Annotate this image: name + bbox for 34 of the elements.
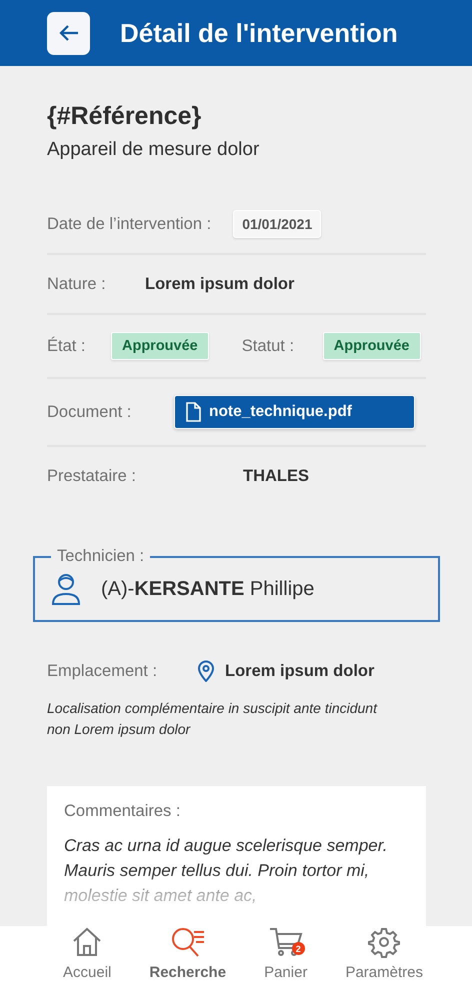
location-label: Emplacement :	[47, 662, 158, 680]
technician-label: Technicien :	[56, 547, 146, 566]
provider-value: THALES	[243, 466, 309, 486]
location-value: Lorem ipsum dolor	[225, 662, 374, 680]
nav-tab[interactable]: 2 Panier	[256, 926, 316, 999]
location-detail: Localisation complémentaire in suscipit ante tincidunt non Lorem ipsum dolor	[47, 699, 377, 739]
status-label: Statut :	[242, 336, 296, 356]
nav-tab[interactable]: Accueil	[55, 926, 120, 999]
cart-count-badge: 2	[292, 942, 305, 955]
status-tag: Approuvée	[322, 332, 420, 360]
comments-label: Commentaires :	[64, 802, 182, 821]
nav-tab[interactable]: Paramètres	[337, 926, 431, 999]
nature-value: Lorem ipsum dolor	[145, 274, 294, 294]
search-icon	[170, 926, 206, 958]
reference-title: {#Référence}	[47, 102, 202, 131]
device-name: Appareil de mesure dolor	[47, 139, 260, 161]
person-icon	[51, 572, 81, 606]
page-title: Détail de l'intervention	[120, 18, 398, 48]
technician-name: (A)-KERSANTE Phillipe	[101, 578, 314, 600]
location-pin-icon	[197, 660, 215, 682]
back-button[interactable]	[47, 12, 90, 54]
state-tag: Approuvée	[111, 332, 209, 360]
nav-tab[interactable]: Recherche	[141, 926, 234, 999]
provider-label: Prestataire :	[47, 466, 137, 486]
file-icon	[185, 402, 201, 422]
back-arrow-icon	[58, 24, 80, 42]
settings-icon	[366, 926, 402, 958]
nature-label: Nature :	[47, 274, 107, 294]
document-button[interactable]: note_technique.pdf	[174, 395, 415, 429]
date-label: Date de l’intervention :	[47, 214, 212, 234]
cart-icon	[268, 926, 304, 958]
state-label: État :	[47, 336, 87, 356]
date-value: 01/01/2021	[233, 210, 322, 238]
document-label: Document :	[47, 402, 132, 422]
